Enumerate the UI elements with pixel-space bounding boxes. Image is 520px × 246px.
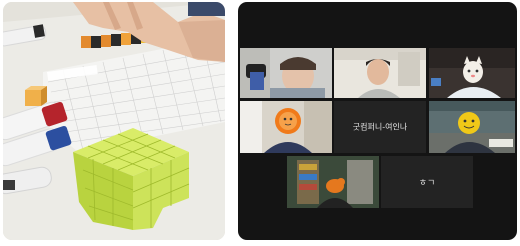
participant-name: ㅎㄱ (418, 178, 436, 189)
participant-video (240, 101, 332, 153)
participant-video (240, 48, 332, 98)
participant-video (429, 101, 515, 153)
participant-video (287, 156, 379, 208)
participant-tile-3[interactable] (429, 48, 515, 98)
blocks-photo-illustration (3, 2, 225, 240)
participant-name: 굿컴퍼니-여인나 (352, 122, 408, 132)
participant-tile-7[interactable] (287, 156, 379, 208)
participant-tile-1[interactable] (240, 48, 332, 98)
participant-tile-2[interactable] (334, 48, 426, 98)
video-call-gallery: 굿컴퍼니-여인나 ㅎㄱ (238, 2, 517, 240)
classroom-photo (3, 2, 225, 240)
participant-tile-6[interactable] (429, 101, 515, 153)
participant-video (429, 48, 515, 98)
participant-tile-4[interactable] (240, 101, 332, 153)
participant-tile-8[interactable]: ㅎㄱ (381, 156, 473, 208)
participant-tile-5[interactable]: 굿컴퍼니-여인나 (334, 101, 426, 153)
participant-video (334, 48, 426, 98)
